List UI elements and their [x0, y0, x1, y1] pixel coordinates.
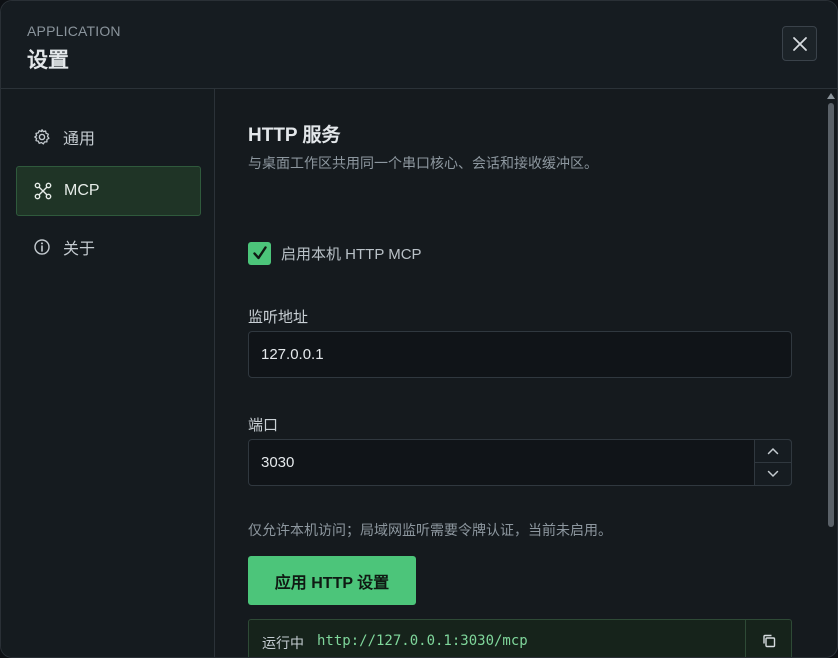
status-url[interactable]: http://127.0.0.1:3030/mcp: [317, 633, 528, 649]
status-label: 运行中: [262, 635, 304, 651]
checkbox-box[interactable]: [248, 241, 271, 265]
port-increment-button[interactable]: [755, 440, 791, 463]
close-icon: [792, 36, 807, 51]
settings-dialog: APPLICATION 设置 通用 MCP 关于 HTTP 服务 与桌面工作区共…: [0, 0, 838, 658]
dialog-header: APPLICATION 设置: [1, 1, 837, 89]
port-stepper: [754, 439, 792, 486]
section-title: HTTP 服务: [248, 125, 341, 146]
chevron-up-icon: [767, 447, 779, 455]
scroll-thumb[interactable]: [828, 103, 834, 527]
sidebar-item-label: 通用: [63, 131, 96, 148]
scrollbar[interactable]: [825, 89, 837, 657]
sidebar: 通用 MCP 关于: [1, 89, 215, 657]
sidebar-item-general[interactable]: 通用: [16, 112, 201, 162]
port-input[interactable]: 3030: [248, 439, 792, 486]
section-description: 与桌面工作区共用同一个串口核心、会话和接收缓冲区。: [248, 155, 598, 171]
listen-address-label: 监听地址: [248, 309, 309, 326]
network-icon: [34, 182, 52, 200]
check-icon: [252, 246, 267, 260]
chevron-down-icon: [767, 470, 779, 478]
close-button[interactable]: [782, 26, 817, 61]
scroll-up-icon[interactable]: [827, 93, 835, 99]
dialog-title: 设置: [27, 49, 69, 72]
gear-icon: [33, 128, 51, 146]
settings-panel: HTTP 服务 与桌面工作区共用同一个串口核心、会话和接收缓冲区。 启用本机 H…: [215, 89, 825, 657]
listen-address-input[interactable]: 127.0.0.1: [248, 331, 792, 378]
sidebar-item-label: 关于: [63, 241, 96, 258]
info-icon: [33, 238, 51, 256]
apply-http-settings-button[interactable]: 应用 HTTP 设置: [248, 556, 416, 605]
enable-http-mcp-checkbox[interactable]: 启用本机 HTTP MCP: [248, 241, 422, 265]
server-status: 运行中 http://127.0.0.1:3030/mcp: [248, 619, 792, 657]
access-hint: 仅允许本机访问；局域网监听需要令牌认证，当前未启用。: [248, 522, 612, 538]
port-label: 端口: [248, 417, 279, 434]
copy-icon: [763, 634, 776, 648]
header-eyebrow: APPLICATION: [27, 23, 121, 39]
port-decrement-button[interactable]: [755, 463, 791, 485]
copy-url-button[interactable]: [745, 620, 792, 657]
sidebar-item-label: MCP: [64, 182, 100, 199]
checkbox-label: 启用本机 HTTP MCP: [281, 245, 422, 263]
sidebar-item-about[interactable]: 关于: [16, 222, 201, 272]
sidebar-item-mcp[interactable]: MCP: [16, 166, 201, 216]
